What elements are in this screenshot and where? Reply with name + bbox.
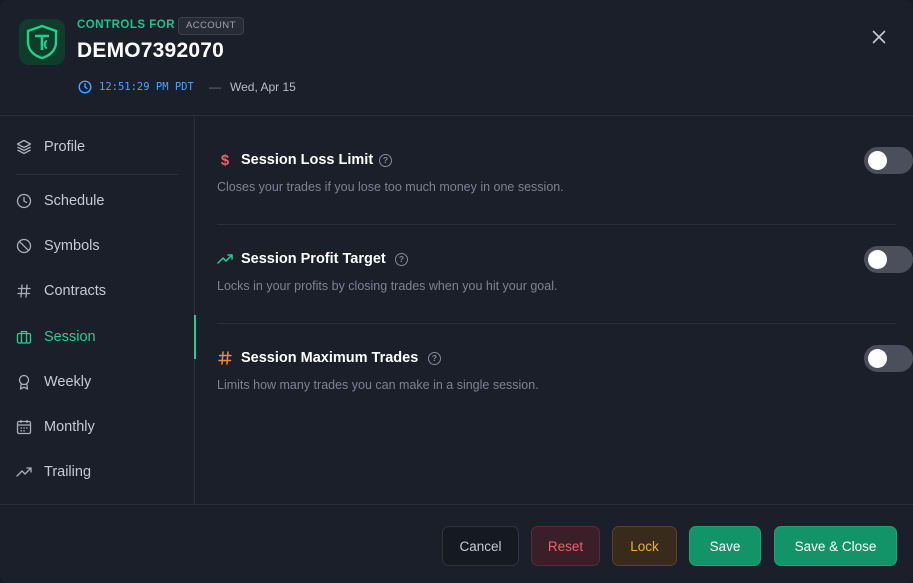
sidebar-item-label: Session <box>44 329 96 345</box>
help-icon[interactable]: ? <box>395 253 408 266</box>
sidebar-item-label: Symbols <box>44 238 100 254</box>
setting-session-loss-limit: $ Session Loss Limit ? Closes your trade… <box>217 126 913 225</box>
setting-session-maximum-trades: Session Maximum Trades ? Limits how many… <box>217 324 913 423</box>
close-icon <box>872 30 886 44</box>
sidebar-item-label: Schedule <box>44 193 105 209</box>
sidebar-item-trailing[interactable]: Trailing <box>0 452 195 492</box>
sidebar-item-session[interactable]: Session <box>0 315 196 359</box>
sidebar-item-label: Monthly <box>44 419 95 435</box>
ban-icon <box>16 238 32 254</box>
dialog-header: CONTROLS FOR ACCOUNT DEMO7392070 12:51:2… <box>0 0 913 116</box>
help-icon[interactable]: ? <box>428 352 441 365</box>
session-loss-limit-toggle[interactable] <box>864 147 913 174</box>
toggle-knob <box>868 349 887 368</box>
close-button[interactable] <box>866 24 892 50</box>
briefcase-icon <box>16 329 32 345</box>
setting-description: Closes your trades if you lose too much … <box>217 180 564 194</box>
toggle-knob <box>868 250 887 269</box>
dialog-footer: Cancel Reset Lock Save Save & Close <box>0 504 913 583</box>
sidebar-item-symbols[interactable]: Symbols <box>0 226 195 266</box>
calendar-icon <box>16 419 32 435</box>
help-icon[interactable]: ? <box>379 154 392 167</box>
dollar-icon: $ <box>220 151 230 169</box>
current-time: 12:51:29 PM PDT <box>99 81 194 93</box>
setting-title: Session Loss Limit <box>241 152 374 168</box>
sidebar-item-profile[interactable]: Profile <box>0 127 195 167</box>
account-type-badge: ACCOUNT <box>178 17 244 35</box>
layers-icon <box>16 139 32 155</box>
setting-description: Limits how many trades you can make in a… <box>217 378 539 392</box>
setting-title: Session Maximum Trades <box>241 350 419 366</box>
sidebar-nav: Profile Schedule Symbols Contracts Sessi… <box>0 117 196 504</box>
hash-icon <box>16 283 32 299</box>
lock-button[interactable]: Lock <box>612 526 677 566</box>
account-id: DEMO7392070 <box>77 39 224 62</box>
controls-for-label: CONTROLS FOR <box>77 19 175 31</box>
sidebar-item-schedule[interactable]: Schedule <box>0 181 195 221</box>
sidebar-item-contracts[interactable]: Contracts <box>0 271 195 311</box>
session-profit-target-toggle[interactable] <box>864 246 913 273</box>
reset-button[interactable]: Reset <box>531 526 600 566</box>
settings-panel: $ Session Loss Limit ? Closes your trade… <box>196 117 913 504</box>
cancel-button[interactable]: Cancel <box>442 526 519 566</box>
brand-logo <box>19 19 65 65</box>
sidebar-item-monthly[interactable]: Monthly <box>0 407 195 447</box>
setting-session-profit-target: Session Profit Target ? Locks in your pr… <box>217 225 913 324</box>
session-maximum-trades-toggle[interactable] <box>864 345 913 372</box>
time-date-separator: — <box>209 80 221 94</box>
trending-up-icon <box>217 251 233 267</box>
sidebar-item-label: Weekly <box>44 374 92 390</box>
setting-description: Locks in your profits by closing trades … <box>217 279 558 293</box>
sidebar-item-weekly[interactable]: Weekly <box>0 362 195 402</box>
hash-icon <box>217 350 233 366</box>
sidebar-item-label: Contracts <box>44 283 107 299</box>
toggle-knob <box>868 151 887 170</box>
clock-icon <box>16 193 32 209</box>
setting-title: Session Profit Target <box>241 251 386 267</box>
sidebar-divider <box>16 174 178 175</box>
sidebar-item-label: Profile <box>44 139 86 155</box>
clock-icon <box>78 80 92 94</box>
sidebar-item-label: Trailing <box>44 464 92 480</box>
account-controls-dialog: CONTROLS FOR ACCOUNT DEMO7392070 12:51:2… <box>0 0 913 583</box>
trending-up-icon <box>16 464 32 480</box>
save-button[interactable]: Save <box>689 526 761 566</box>
current-date: Wed, Apr 15 <box>230 80 296 94</box>
award-icon <box>16 374 32 390</box>
save-and-close-button[interactable]: Save & Close <box>774 526 897 566</box>
